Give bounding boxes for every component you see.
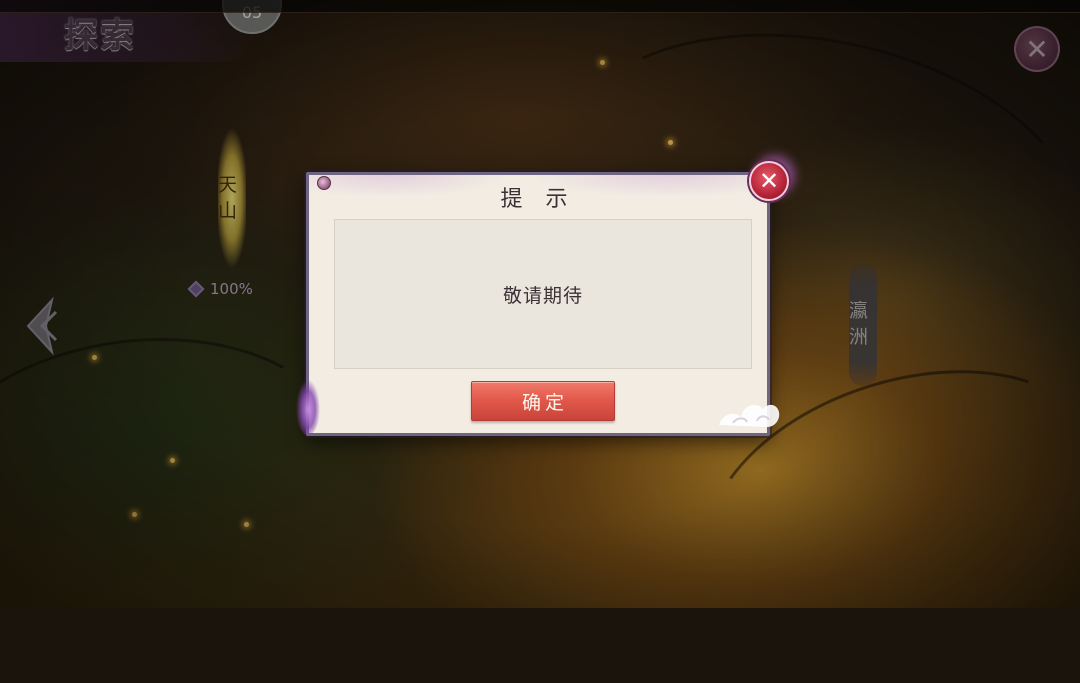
flame-decoration-icon bbox=[295, 371, 321, 435]
dialog-message: 敬请期待 bbox=[502, 284, 583, 307]
cloud-decoration-icon bbox=[719, 404, 780, 427]
confirm-button[interactable]: 确定 bbox=[471, 381, 615, 421]
dialog-body: 敬请期待 bbox=[334, 219, 752, 369]
dialog-title: 提 示 bbox=[500, 187, 576, 212]
dialog-close-button[interactable]: ✕ bbox=[749, 161, 789, 201]
notice-dialog: 提 示 敬请期待 确定 ✕ bbox=[295, 161, 789, 436]
